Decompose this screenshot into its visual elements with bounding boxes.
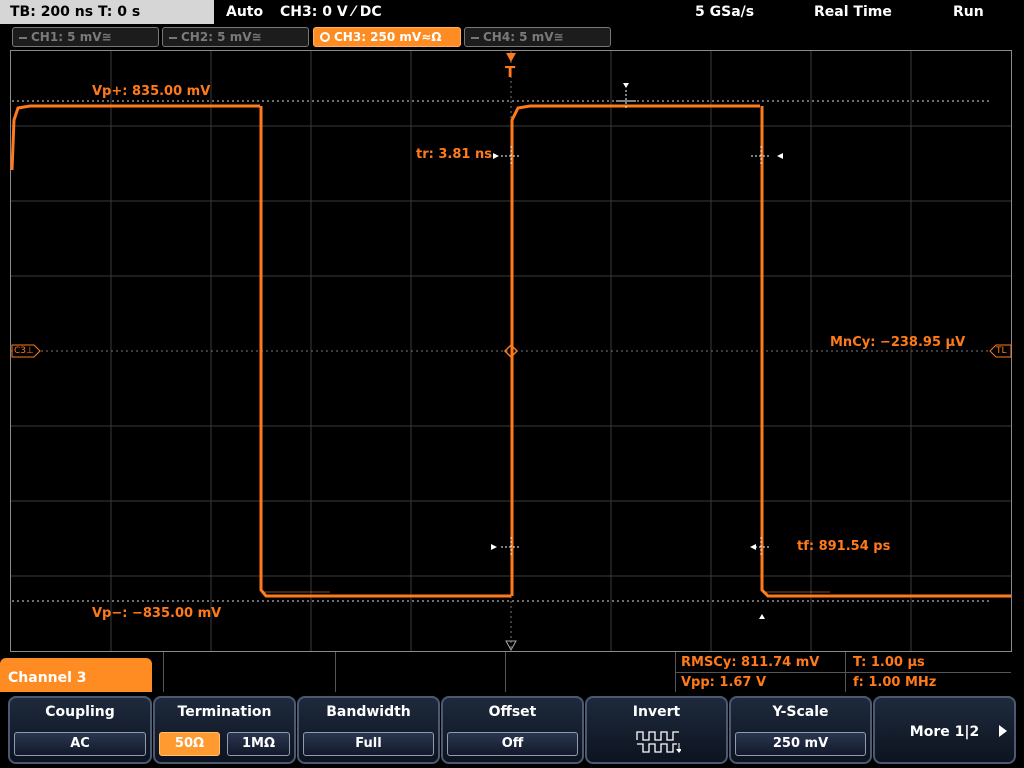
mean-cycle-label: MnCy: −238.95 µV — [830, 335, 966, 350]
invert-softkey[interactable]: Invert — [585, 696, 728, 764]
bandwidth-softkey[interactable]: Bandwidth Full — [297, 696, 440, 764]
next-page-icon — [999, 725, 1007, 737]
frequency-value: f: 1.00 MHz — [853, 675, 937, 690]
vp-plus-label: Vp+: 835.00 mV — [92, 84, 211, 99]
period-value: T: 1.00 µs — [853, 655, 925, 670]
trigger-level-label: TL — [996, 346, 1007, 356]
rise-time-label: tr: 3.81 ns — [416, 147, 492, 162]
offset-softkey[interactable]: Offset Off — [441, 696, 584, 764]
termination-softkey[interactable]: Termination 50Ω 1MΩ — [153, 696, 296, 764]
vp-minus-label: Vp−: −835.00 mV — [92, 606, 222, 621]
invert-waveform-icon — [636, 731, 681, 753]
y-scale-value: 250 mV — [735, 732, 866, 756]
trigger-label: T — [505, 63, 516, 81]
coupling-value: AC — [14, 732, 146, 756]
coupling-softkey[interactable]: Coupling AC — [8, 696, 152, 764]
measurement-table: RMSCy: 811.74 mV Vpp: 1.67 V T: 1.00 µs … — [163, 652, 1011, 692]
termination-50ohm[interactable]: 50Ω — [159, 732, 220, 756]
vpp-value: Vpp: 1.67 V — [681, 675, 767, 690]
y-scale-softkey[interactable]: Y-Scale 250 mV — [729, 696, 872, 764]
more-softkey[interactable]: More 1|2 — [873, 696, 1016, 764]
fall-time-label: tf: 891.54 ps — [797, 539, 891, 554]
trigger-position-icon — [506, 53, 516, 62]
offset-value: Off — [447, 732, 578, 756]
measurement-cursors — [501, 90, 771, 557]
termination-1mohm[interactable]: 1MΩ — [227, 732, 290, 756]
ch3-ref-label: C3⊥ — [14, 346, 34, 356]
rms-cycle-value: RMSCy: 811.74 mV — [681, 655, 820, 670]
bandwidth-value: Full — [303, 732, 434, 756]
